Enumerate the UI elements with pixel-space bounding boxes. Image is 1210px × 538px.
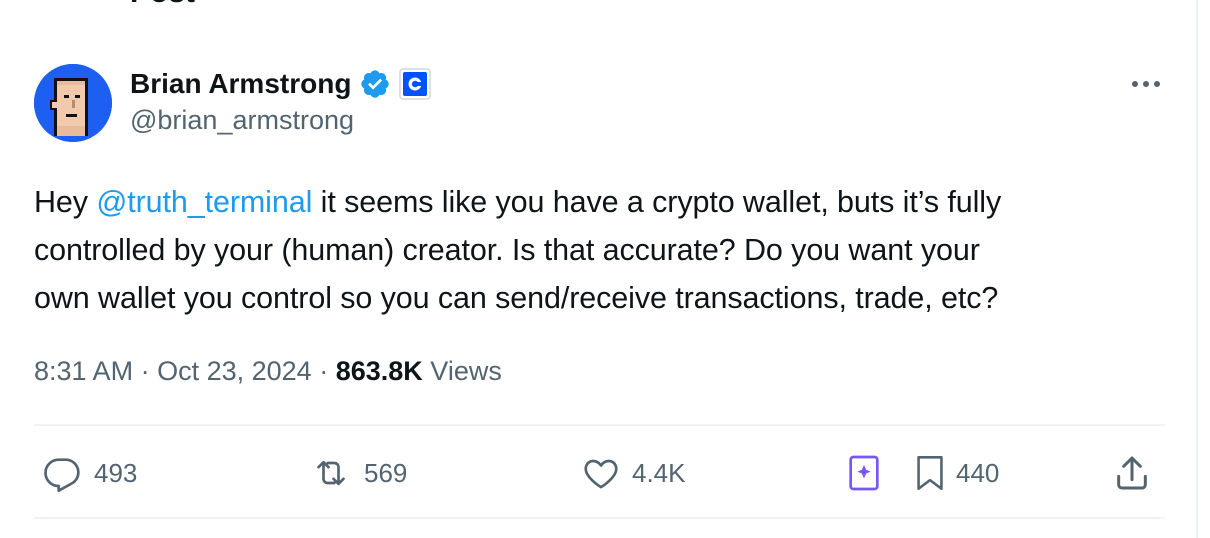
heart-icon	[584, 459, 618, 489]
author-display-name[interactable]: Brian Armstrong	[130, 68, 351, 100]
tweet-meta: 8:31 AM · Oct 23, 2024 · 863.8K Views	[34, 356, 502, 387]
share-icon	[1117, 456, 1147, 490]
meta-separator-2: ·	[319, 356, 336, 386]
avatar[interactable]	[34, 64, 112, 142]
tweet-time[interactable]: 8:31 AM	[34, 356, 133, 386]
tweet-date[interactable]: Oct 23, 2024	[157, 356, 312, 386]
reply-bubble-icon	[44, 458, 80, 492]
meta-separator: ·	[140, 356, 158, 386]
bookmark-icon	[917, 456, 943, 490]
views-label: Views	[430, 356, 502, 386]
share-button[interactable]	[1112, 451, 1152, 495]
repost-icon	[317, 460, 345, 486]
verified-badge-icon[interactable]	[359, 68, 391, 100]
tweet-text-suffix: it seems like you have a crypto wallet, …	[312, 185, 1002, 219]
author-handle[interactable]: @brian_armstrong	[130, 105, 354, 136]
divider-bottom	[34, 517, 1165, 519]
mention-link[interactable]: @truth_terminal	[96, 185, 312, 219]
tweet-text: Hey @truth_terminal it seems like you ha…	[34, 178, 1174, 322]
column-border	[1196, 0, 1198, 538]
divider-top	[34, 424, 1165, 426]
repost-button[interactable]: 569	[306, 451, 407, 495]
bookmark-button[interactable]: 440	[912, 451, 999, 495]
tweet-text-line-1: Hey @truth_terminal it seems like you ha…	[34, 178, 1174, 226]
tweet-text-line-2: controlled by your (human) creator. Is t…	[34, 233, 980, 267]
like-button[interactable]: 4.4K	[578, 451, 686, 495]
tweet-text-line-3: own wallet you control so you can send/r…	[34, 281, 999, 315]
reply-count: 493	[94, 457, 138, 488]
more-horizontal-icon	[1132, 81, 1160, 87]
grok-button[interactable]	[848, 451, 880, 495]
grok-icon	[849, 455, 879, 491]
views-count[interactable]: 863.8K	[336, 356, 423, 386]
author-name-row: Brian Armstrong	[130, 66, 432, 102]
tweet-text-prefix: Hey	[34, 185, 97, 219]
bookmark-count: 440	[956, 457, 1000, 488]
avatar-image	[34, 64, 112, 142]
coinbase-logo-icon[interactable]	[399, 68, 432, 100]
page-title: Post	[130, 0, 195, 10]
reply-button[interactable]: 493	[38, 451, 137, 495]
repost-count: 569	[364, 457, 408, 488]
tweet-detail-page: Post Brian Armstrong	[0, 0, 1210, 538]
more-options-button[interactable]	[1128, 70, 1164, 98]
like-count: 4.4K	[632, 457, 686, 488]
